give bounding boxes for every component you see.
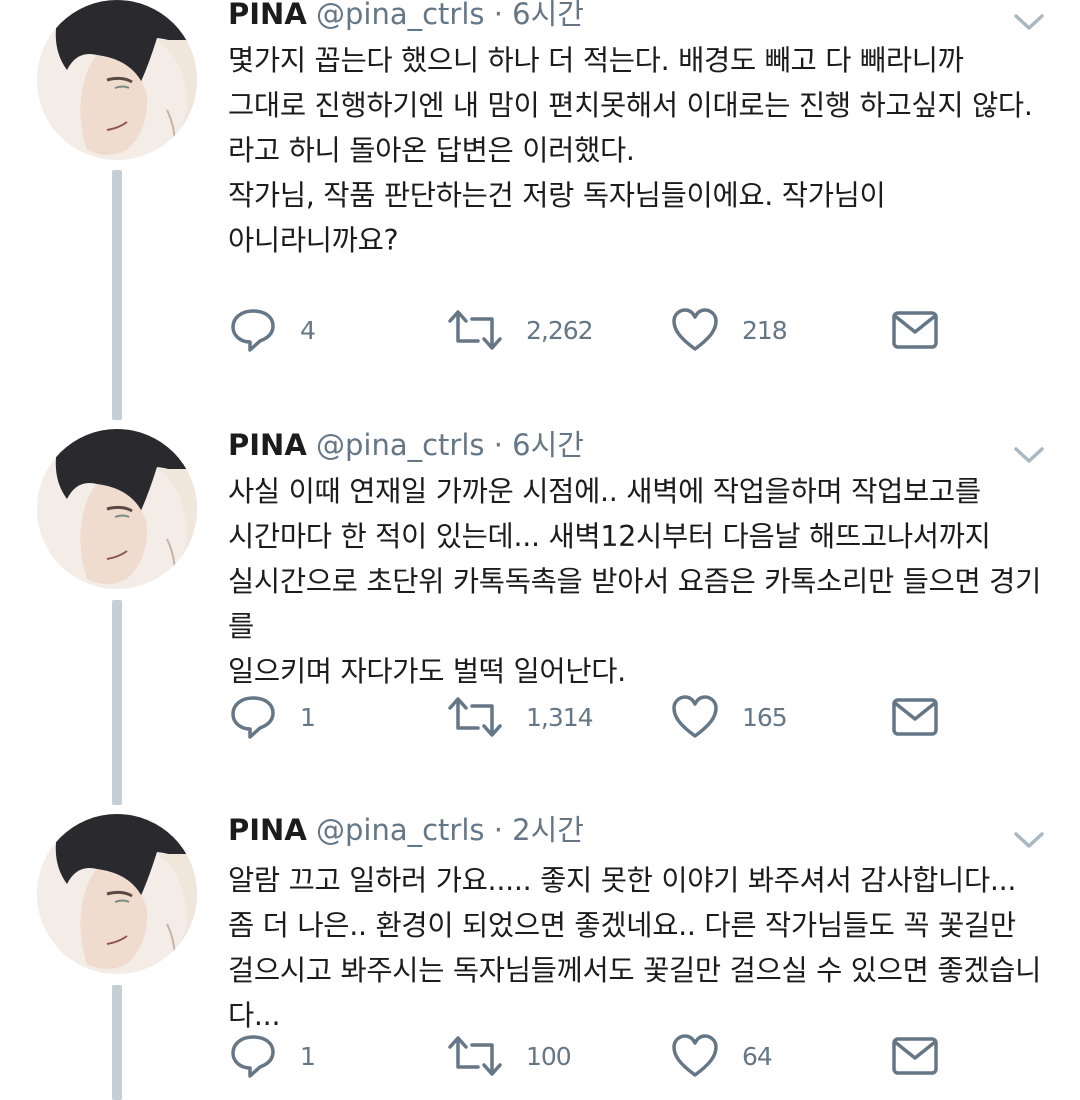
reply-count: 1 — [300, 1041, 316, 1071]
tweet-header: PINA @pina_ctrls · 2시간 — [228, 812, 584, 848]
retweet-count: 2,262 — [526, 315, 594, 345]
retweet-button[interactable]: 1,314 — [446, 692, 594, 742]
avatar-illustration — [37, 0, 197, 160]
timestamp[interactable]: 6시간 — [512, 0, 584, 31]
author-handle[interactable]: @pina_ctrls — [316, 813, 485, 847]
like-count: 218 — [742, 315, 788, 345]
avatar[interactable] — [37, 814, 197, 974]
retweet-count: 1,314 — [526, 702, 594, 732]
avatar[interactable] — [37, 429, 197, 589]
author-handle[interactable]: @pina_ctrls — [316, 0, 485, 31]
chevron-down-icon[interactable] — [1012, 828, 1046, 852]
separator: · — [493, 428, 503, 462]
envelope-icon — [892, 311, 938, 349]
thread-line — [112, 985, 122, 1100]
envelope-icon — [892, 698, 938, 736]
avatar[interactable] — [37, 0, 197, 160]
dm-button[interactable] — [890, 1031, 940, 1081]
heart-icon — [672, 695, 718, 738]
retweet-button[interactable]: 100 — [446, 1031, 572, 1081]
retweet-count: 100 — [526, 1041, 572, 1071]
timestamp[interactable]: 6시간 — [512, 428, 584, 462]
avatar-illustration — [37, 814, 197, 974]
tweet-text: 몇가지 꼽는다 했으니 하나 더 적는다. 배경도 빼고 다 빼라니까 그대로 … — [228, 44, 1033, 257]
tweet-text: 알람 끄고 일하러 가요..... 좋지 못한 이야기 봐주셔서 감사합니다..… — [228, 864, 1041, 1032]
tweet-actions: 1 100 64 — [228, 1031, 988, 1081]
chevron-down-icon[interactable] — [1012, 443, 1046, 467]
heart-icon — [672, 308, 718, 351]
like-count: 64 — [742, 1041, 773, 1071]
like-count: 165 — [742, 702, 788, 732]
retweet-icon — [448, 310, 502, 350]
avatar-illustration — [37, 429, 197, 589]
dm-button[interactable] — [890, 692, 940, 742]
tweet-header: PINA @pina_ctrls · 6시간 — [228, 0, 584, 32]
author-name[interactable]: PINA — [228, 0, 307, 31]
reply-button[interactable]: 1 — [228, 1031, 316, 1081]
reply-icon — [231, 1035, 275, 1078]
like-button[interactable]: 64 — [670, 1031, 773, 1081]
author-handle[interactable]: @pina_ctrls — [316, 428, 485, 462]
chevron-down-icon[interactable] — [1012, 10, 1046, 34]
reply-icon — [231, 696, 275, 739]
separator: · — [493, 813, 503, 847]
heart-icon — [672, 1034, 718, 1077]
reply-icon — [231, 309, 275, 352]
timestamp[interactable]: 2시간 — [512, 813, 584, 847]
reply-button[interactable]: 1 — [228, 692, 316, 742]
tweet-actions: 4 2,262 218 — [228, 305, 988, 355]
retweet-button[interactable]: 2,262 — [446, 305, 594, 355]
reply-count: 1 — [300, 702, 316, 732]
thread-line — [112, 600, 122, 805]
like-button[interactable]: 165 — [670, 692, 788, 742]
tweet-header: PINA @pina_ctrls · 6시간 — [228, 427, 584, 463]
reply-button[interactable]: 4 — [228, 305, 316, 355]
reply-count: 4 — [300, 315, 316, 345]
like-button[interactable]: 218 — [670, 305, 788, 355]
retweet-icon — [448, 1036, 502, 1076]
dm-button[interactable] — [890, 305, 940, 355]
tweet-text: 사실 이때 연재일 가까운 시점에.. 새벽에 작업을하며 작업보고를 시간마다… — [228, 475, 1041, 688]
retweet-icon — [448, 697, 502, 737]
author-name[interactable]: PINA — [228, 428, 307, 462]
author-name[interactable]: PINA — [228, 813, 307, 847]
tweet-actions: 1 1,314 165 — [228, 692, 988, 742]
separator: · — [493, 0, 503, 31]
envelope-icon — [892, 1037, 938, 1075]
thread-line — [112, 170, 122, 420]
